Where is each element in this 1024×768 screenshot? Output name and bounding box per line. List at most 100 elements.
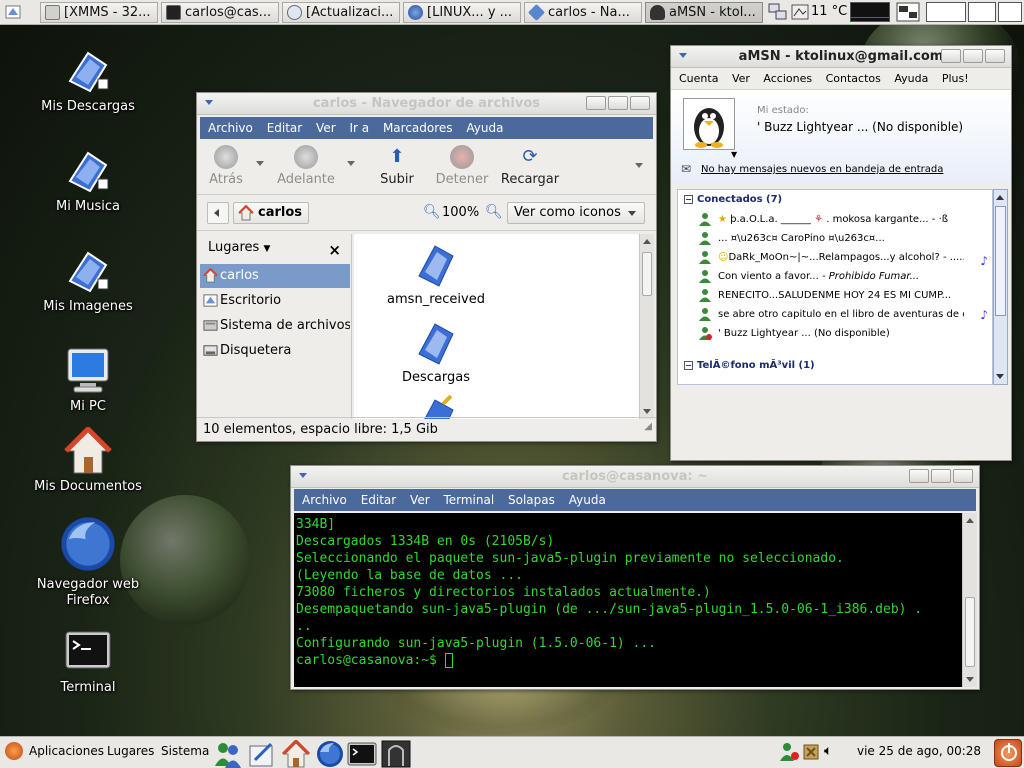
reload-button[interactable]: ⟳ Recargar [497, 139, 563, 187]
menu-ver[interactable]: Ver [732, 72, 750, 85]
back-button[interactable]: Atrás [203, 139, 249, 187]
mail-notice-link[interactable]: No hay mensajes nuevos en bandeja de ent… [701, 164, 943, 175]
menu-ayuda[interactable]: Ayuda [894, 72, 928, 85]
my-state[interactable]: ' Buzz Lightyear ... (No disponible) [757, 120, 963, 134]
contact-item[interactable]: ... ¤\u263c¤ CaroPino ¤\u263c¤... [698, 229, 964, 248]
clock[interactable]: vie 25 de ago, 00:28 [857, 744, 981, 758]
task-file-browser[interactable]: carlos - Na... [524, 2, 642, 23]
contact-item[interactable]: ☺DaRk_MoOn~|~...Relampagos...y alcohol? … [698, 248, 964, 267]
scroll-thumb[interactable] [965, 597, 975, 667]
contact-item[interactable]: ★ þ.a.O.L.a. ______ ⚘ . mokosa kargante.… [698, 210, 964, 229]
menu-sistema[interactable]: Sistema [161, 744, 209, 758]
desktop-icon-terminal[interactable]: Terminal [33, 628, 143, 696]
up-button[interactable]: ⬆ Subir [373, 139, 421, 187]
gimp-launcher-icon[interactable] [381, 740, 411, 768]
terminal-screen[interactable]: 334B] Descargados 1334B en 0s (2105B/s) … [294, 513, 962, 687]
update-notifier-icon[interactable] [803, 744, 819, 760]
toolbar-overflow-arrow[interactable] [635, 163, 643, 168]
file-item-partial[interactable] [366, 394, 506, 419]
volume-icon[interactable]: 🔈︎ [824, 743, 832, 759]
menu-terminal[interactable]: Terminal [443, 493, 494, 507]
workspace-2[interactable] [968, 2, 996, 22]
desktop-icon-mi-pc[interactable]: Mi PC [33, 347, 143, 415]
view-mode-select[interactable]: Ver como iconos [507, 202, 645, 224]
scroll-down-arrow[interactable] [966, 677, 974, 682]
msn-launcher-icon[interactable] [213, 740, 243, 768]
terminal-scrollbar[interactable] [962, 513, 977, 687]
workspace-3[interactable] [998, 2, 1022, 22]
scroll-down-arrow[interactable] [996, 374, 1004, 379]
place-disquetera[interactable]: Disquetera [200, 339, 350, 363]
close-button[interactable] [985, 49, 1005, 63]
task-firefox[interactable]: [LINUX... y ... [403, 2, 521, 23]
msn-tray-icon[interactable] [779, 741, 801, 763]
resize-grip-icon[interactable]: ◢ [644, 415, 652, 439]
file-item-amsn-received[interactable]: amsn_received [366, 240, 506, 307]
close-button[interactable] [630, 96, 650, 110]
menu-contactos[interactable]: Contactos [826, 72, 881, 85]
scroll-up-arrow[interactable] [996, 195, 1004, 200]
contact-list-scrollbar[interactable] [993, 189, 1008, 385]
desktop-icon-imagenes[interactable]: Mis Imagenes [33, 247, 143, 315]
scroll-up-arrow[interactable] [643, 239, 651, 244]
window-menu-icon[interactable] [679, 53, 687, 58]
menu-cuenta[interactable]: Cuenta [679, 72, 718, 85]
home-launcher-icon[interactable] [281, 740, 311, 768]
logout-button[interactable] [994, 739, 1022, 767]
menu-ver[interactable]: Ver [316, 121, 336, 135]
contact-item-self[interactable]: ' Buzz Lightyear ... (No disponible) [698, 324, 964, 343]
workspace-switcher-icon[interactable] [896, 2, 920, 22]
desktop-icon-musica[interactable]: Mi Musica [33, 147, 143, 215]
task-terminal[interactable]: carlos@cas... [161, 2, 279, 23]
menu-solapas[interactable]: Solapas [508, 493, 555, 507]
menu-plus[interactable]: Plus! [942, 72, 969, 85]
zoom-out-icon[interactable]: 🔍︎ [423, 204, 441, 220]
window-menu-icon[interactable] [299, 473, 307, 478]
menu-archivo[interactable]: Archivo [208, 121, 253, 135]
desktop-icon-firefox[interactable]: Navegador web Firefox [33, 515, 143, 609]
terminal-launcher-icon[interactable] [347, 740, 377, 768]
weather-icon[interactable] [791, 3, 809, 21]
group-header-mobile[interactable]: − TelÃ©fono mÃ³vil (1) [684, 360, 815, 371]
menu-editar[interactable]: Editar [267, 121, 303, 135]
menu-ayuda[interactable]: Ayuda [569, 493, 606, 507]
menu-acciones[interactable]: Acciones [763, 72, 812, 85]
window-menu-icon[interactable] [205, 100, 213, 105]
file-item-descargas[interactable]: Descargas [366, 318, 506, 385]
contact-item[interactable]: RENECITO...SALUDENME HOY 24 ES MI CUMP..… [698, 286, 964, 305]
menu-ayuda[interactable]: Ayuda [466, 121, 503, 135]
task-xmms[interactable]: [XMMS - 32... [40, 2, 158, 23]
forward-button[interactable]: Adelante [273, 139, 339, 187]
stop-button[interactable]: Detener [433, 139, 491, 187]
avatar[interactable] [683, 98, 735, 150]
menu-ir-a[interactable]: Ir a [349, 121, 369, 135]
desktop-icon-descargas[interactable]: Mis Descargas [33, 47, 143, 115]
sidebar-header[interactable]: Lugares ▼ × [200, 234, 351, 262]
group-header-online[interactable]: − Conectados (7) [684, 194, 782, 205]
forward-history-arrow[interactable] [347, 161, 355, 166]
avatar-menu-arrow[interactable]: ▼ [731, 150, 737, 159]
cpu-monitor[interactable] [850, 2, 890, 22]
place-sistema-archivos[interactable]: Sistema de archivos [200, 314, 350, 338]
maximize-button[interactable] [608, 96, 628, 110]
menu-aplicaciones[interactable]: Aplicaciones [29, 744, 104, 758]
place-escritorio[interactable]: Escritorio [200, 289, 350, 313]
maximize-button[interactable] [931, 469, 951, 483]
zoom-in-icon[interactable]: 🔍︎ [485, 204, 503, 220]
workspace-1[interactable] [926, 2, 966, 22]
contact-item[interactable]: Con viento a favor... - Prohibido Fumar.… [698, 267, 964, 286]
scroll-thumb[interactable] [995, 206, 1006, 316]
back-history-arrow[interactable] [256, 161, 264, 166]
menu-archivo[interactable]: Archivo [302, 493, 347, 507]
task-amsn[interactable]: aMSN - ktol... [645, 2, 763, 23]
menu-marcadores[interactable]: Marcadores [383, 121, 453, 135]
zoom-level[interactable]: 100% [442, 205, 479, 220]
scroll-thumb[interactable] [642, 252, 652, 296]
file-view-scrollbar[interactable] [639, 234, 654, 419]
close-button[interactable] [953, 469, 973, 483]
network-icon[interactable] [768, 3, 788, 21]
location-left-button[interactable] [207, 202, 229, 224]
menu-lugares[interactable]: Lugares [107, 744, 154, 758]
location-crumb-carlos[interactable]: carlos [233, 202, 310, 224]
desktop-icon-documentos[interactable]: Mis Documentos [33, 427, 143, 495]
